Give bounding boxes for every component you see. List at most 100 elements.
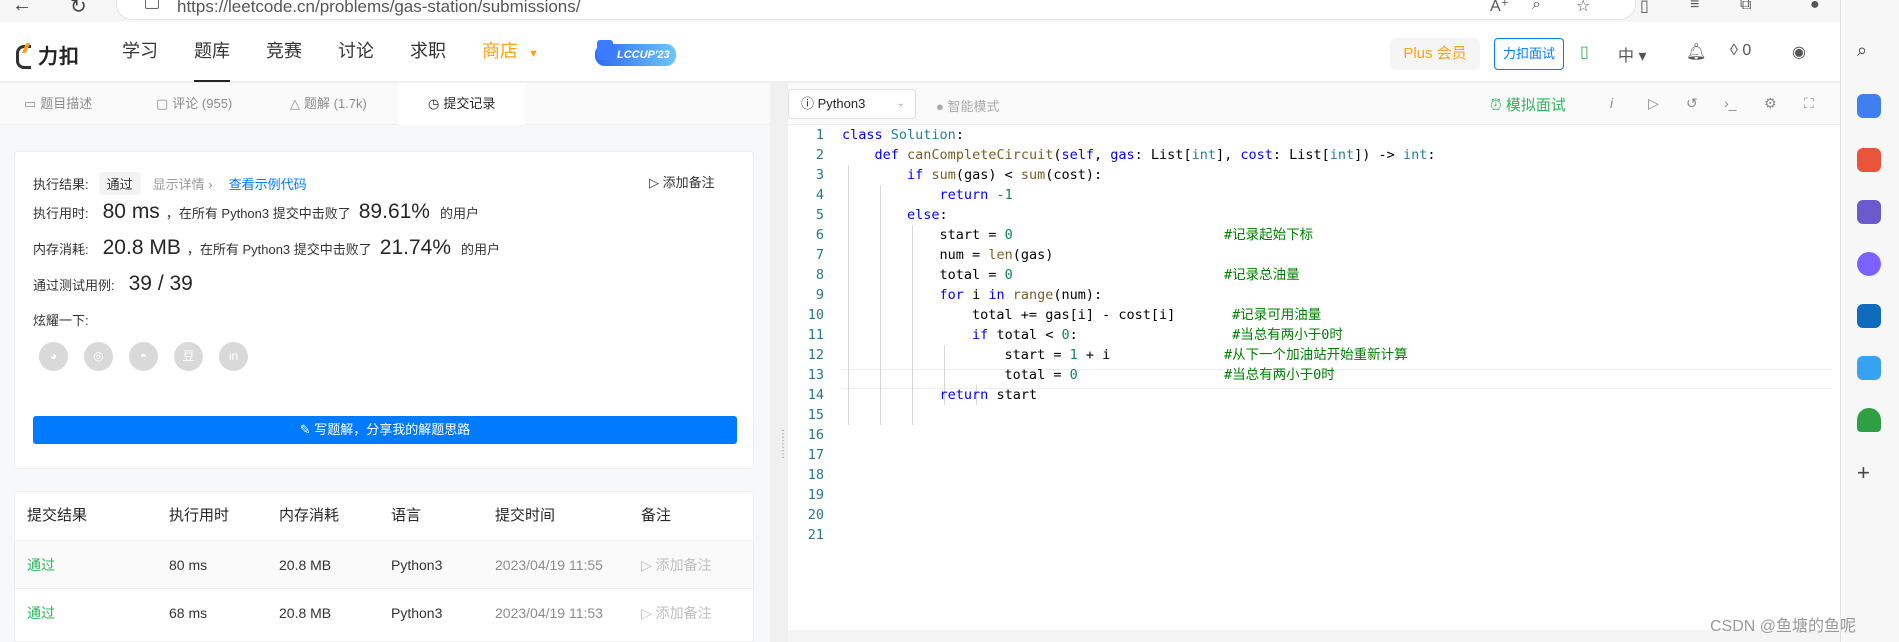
address-bar[interactable]: https://leetcode.cn/problems/gas-station…: [116, 0, 1636, 20]
line-number: 13: [807, 367, 824, 383]
memory-row: 内存消耗: 20.8 MB ，在所有 Python3 提交中击败了 21.74%…: [33, 236, 500, 260]
memory-users: 的用户: [461, 242, 501, 257]
nav-problems[interactable]: 题库: [194, 22, 230, 82]
nav-discuss[interactable]: 讨论: [338, 22, 374, 82]
language-select[interactable]: ⓘ Python3 ⌄: [788, 89, 916, 119]
header-time: 提交时间: [495, 507, 556, 524]
favorite-add-icon[interactable]: ☆: [1576, 0, 1590, 16]
tab-description-label: 题目描述: [40, 96, 93, 111]
line-number: 19: [807, 487, 824, 503]
split-screen-icon[interactable]: ▯: [1640, 0, 1649, 16]
tab-description[interactable]: ▭ 题目描述: [24, 83, 92, 125]
linkedin-icon[interactable]: in: [219, 342, 248, 371]
panel-resize-handle[interactable]: ⋮ ⋮ ⋮: [778, 430, 788, 490]
code-line-5: else:: [907, 207, 948, 223]
editor-toolbar: ⓘ Python3 ⌄ ● 智能模式 ⏰︎ 模拟面试 i ▷ ↺ ›_ ⚙ ⛶: [788, 83, 1840, 125]
line-number: 21: [807, 527, 824, 543]
result-label: 执行结果:: [33, 177, 89, 192]
bell-icon[interactable]: 🔔︎: [1686, 42, 1706, 62]
qq-icon[interactable]: ◓: [129, 342, 158, 371]
language-value: Python3: [817, 96, 866, 111]
memory-label: 内存消耗:: [33, 242, 89, 257]
tag-icon[interactable]: [1857, 94, 1881, 118]
row-result[interactable]: 通过: [27, 589, 55, 637]
code-line-14: return start: [939, 387, 1038, 403]
site-header: 力扣 学习 题库 竞赛 讨论 求职 商店 ▼ LCCUP'23 Plus 会员 力…: [0, 22, 1840, 82]
table-row[interactable]: 通过 68 ms 20.8 MB Python3 2023/04/19 11:5…: [15, 588, 753, 637]
fullscreen-icon[interactable]: ⛶: [1804, 95, 1814, 112]
search-icon[interactable]: ⌕: [1857, 40, 1881, 64]
nav-contest[interactable]: 竞赛: [266, 22, 302, 82]
show-details-link[interactable]: 显示详情 ›: [153, 174, 213, 193]
user-avatar[interactable]: ◉: [1792, 42, 1806, 62]
back-icon[interactable]: ←: [12, 0, 32, 17]
code-editor-panel: ⓘ Python3 ⌄ ● 智能模式 ⏰︎ 模拟面试 i ▷ ↺ ›_ ⚙ ⛶ c…: [788, 83, 1840, 642]
add-icon[interactable]: +: [1857, 460, 1881, 485]
nav-learn[interactable]: 学习: [122, 22, 158, 82]
nav-jobs[interactable]: 求职: [410, 22, 446, 82]
row-add-note[interactable]: ▷ 添加备注: [641, 589, 712, 637]
line-number: 3: [815, 167, 824, 183]
logo-text: 力扣: [38, 46, 80, 68]
leetcode-logo-icon: [14, 43, 34, 69]
page-info-icon[interactable]: [145, 0, 159, 9]
code-line-9: for i in range(num):: [939, 287, 1103, 303]
chess-icon[interactable]: [1857, 200, 1881, 224]
line-number: 5: [815, 207, 824, 223]
points-indicator[interactable]: ◊ 0: [1730, 42, 1751, 60]
read-aloud-icon[interactable]: A⁺: [1490, 0, 1509, 16]
plus-member-button[interactable]: Plus 会员: [1390, 38, 1480, 70]
lccup-badge[interactable]: LCCUP'23: [595, 40, 676, 66]
tab-solutions[interactable]: △ 题解 (1.7k): [290, 83, 367, 125]
run-icon[interactable]: ▷: [1648, 95, 1659, 112]
info-italic-icon[interactable]: i: [1610, 95, 1613, 111]
smart-mode-toggle[interactable]: ● 智能模式: [936, 96, 999, 115]
tree-icon[interactable]: [1857, 408, 1881, 432]
example-code-link[interactable]: 查看示例代码: [229, 174, 307, 193]
tab-comments[interactable]: ▢ 评论 (955): [156, 83, 232, 125]
memory-description: ，在所有 Python3 提交中击败了: [186, 242, 372, 257]
table-header: 提交结果 执行用时 内存消耗 语言 提交时间 备注: [15, 492, 753, 540]
table-row[interactable]: 通过 80 ms 20.8 MB Python3 2023/04/19 11:5…: [15, 540, 753, 589]
points-value: 0: [1742, 42, 1752, 59]
add-note-button[interactable]: ▷ 添加备注: [649, 172, 715, 191]
code-line-8: total = 0 #记录总油量: [842, 267, 1300, 283]
nav-store[interactable]: 商店 ▼: [482, 22, 539, 82]
favorites-icon[interactable]: ≡: [1690, 0, 1699, 14]
outlook-icon[interactable]: [1857, 304, 1881, 328]
write-solution-button[interactable]: ✎ 写题解，分享我的解题思路: [33, 416, 737, 444]
refresh-icon[interactable]: ↻: [70, 0, 87, 19]
row-runtime: 80 ms: [169, 557, 208, 573]
line-number: 2: [815, 147, 824, 163]
profile-avatar-icon[interactable]: ●: [1810, 0, 1820, 14]
leetcode-logo[interactable]: 力扣: [14, 40, 80, 69]
wechat-icon[interactable]: ◕: [39, 342, 68, 371]
language-switch[interactable]: 中 ▾: [1618, 42, 1647, 66]
row-language: Python3: [391, 605, 443, 621]
problem-tabs: ▭ 题目描述 ▢ 评论 (955) △ 题解 (1.7k) ◷ 提交记录: [0, 83, 770, 125]
tablet-icon[interactable]: ▯: [1580, 42, 1589, 62]
flask-icon: △: [290, 96, 300, 111]
horizontal-scrollbar[interactable]: [788, 630, 1840, 642]
collections-icon[interactable]: ⧉: [1740, 0, 1751, 14]
tab-submissions[interactable]: ◷ 提交记录: [398, 83, 526, 125]
douban-icon[interactable]: 豆: [174, 342, 203, 371]
console-icon[interactable]: ›_: [1724, 95, 1736, 111]
zoom-icon[interactable]: ⌕: [1532, 0, 1541, 14]
settings-icon[interactable]: ⚙: [1764, 95, 1777, 112]
row-result[interactable]: 通过: [27, 541, 55, 589]
toolbox-icon[interactable]: [1857, 148, 1881, 172]
mock-interview-link[interactable]: ⏰︎ 模拟面试: [1490, 94, 1566, 115]
row-note-label: 添加备注: [655, 557, 712, 573]
row-add-note[interactable]: ▷ 添加备注: [641, 541, 712, 589]
line-number: 1: [815, 127, 824, 143]
language-label: 中: [1618, 48, 1635, 65]
flag-icon: ▷: [649, 175, 663, 190]
copilot-icon[interactable]: [1857, 252, 1881, 276]
code-area[interactable]: class Solution: def canCompleteCircuit(s…: [788, 125, 1840, 630]
weibo-icon[interactable]: ◎: [84, 342, 113, 371]
chevron-down-icon: ⌄: [896, 98, 905, 109]
mock-interview-button[interactable]: 力扣面试: [1494, 38, 1564, 70]
send-icon[interactable]: [1857, 356, 1881, 380]
reset-icon[interactable]: ↺: [1686, 95, 1698, 112]
